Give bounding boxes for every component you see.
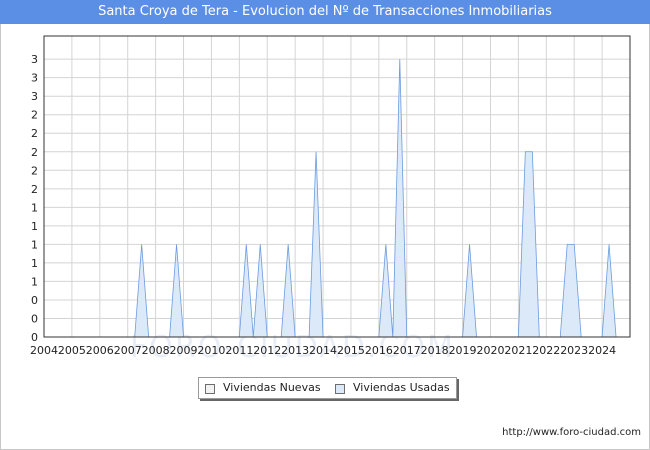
y-tick-label: 1: [31, 238, 38, 251]
legend-label-usadas: Viviendas Usadas: [353, 381, 450, 394]
y-tick-label: 2: [31, 146, 38, 159]
x-tick-label: 2013: [281, 344, 309, 357]
x-tick-label: 2014: [309, 344, 337, 357]
x-tick-label: 2017: [393, 344, 421, 357]
x-tick-label: 2006: [86, 344, 114, 357]
y-tick-label: 3: [31, 90, 38, 103]
y-tick-label: 0: [31, 331, 38, 344]
y-tick-label: 3: [31, 72, 38, 85]
legend-swatch-usadas: [335, 384, 345, 394]
x-tick-label: 2015: [337, 344, 365, 357]
x-tick-label: 2007: [114, 344, 142, 357]
x-tick-label: 2016: [365, 344, 393, 357]
y-tick-label: 2: [31, 127, 38, 140]
y-tick-label: 2: [31, 109, 38, 122]
x-tick-label: 2020: [476, 344, 504, 357]
x-tick-label: 2022: [532, 344, 560, 357]
legend: Viviendas Nuevas Viviendas Usadas: [198, 377, 457, 399]
area-layer: [44, 59, 624, 338]
series-area-usadas: [44, 59, 624, 338]
y-tick-label: 3: [31, 53, 38, 66]
y-tick-label: 0: [31, 312, 38, 325]
y-tick-label: 1: [31, 201, 38, 214]
footer-url[interactable]: http://www.foro-ciudad.com: [502, 427, 641, 438]
legend-label-nuevas: Viviendas Nuevas: [223, 381, 321, 394]
x-tick-label: 2023: [560, 344, 588, 357]
x-tick-label: 2018: [421, 344, 449, 357]
x-tick-label: 2004: [30, 344, 58, 357]
y-tick-label: 2: [31, 183, 38, 196]
x-tick-label: 2009: [170, 344, 198, 357]
y-tick-label: 1: [31, 275, 38, 288]
plot-border: [43, 35, 631, 338]
y-tick-label: 0: [31, 294, 38, 307]
x-tick-label: 2012: [253, 344, 281, 357]
x-tick-label: 2011: [225, 344, 253, 357]
y-tick-label: 1: [31, 257, 38, 270]
x-tick-label: 2019: [449, 344, 477, 357]
x-tick-label: 2005: [58, 344, 86, 357]
y-tick-label: 1: [31, 220, 38, 233]
grid-layer: [43, 36, 631, 338]
x-tick-label: 2010: [197, 344, 225, 357]
y-tick-label: 2: [31, 164, 38, 177]
x-tick-label: 2008: [142, 344, 170, 357]
legend-swatch-nuevas: [205, 384, 215, 394]
x-tick-label: 2021: [504, 344, 532, 357]
x-tick-label: 2024: [588, 344, 616, 357]
